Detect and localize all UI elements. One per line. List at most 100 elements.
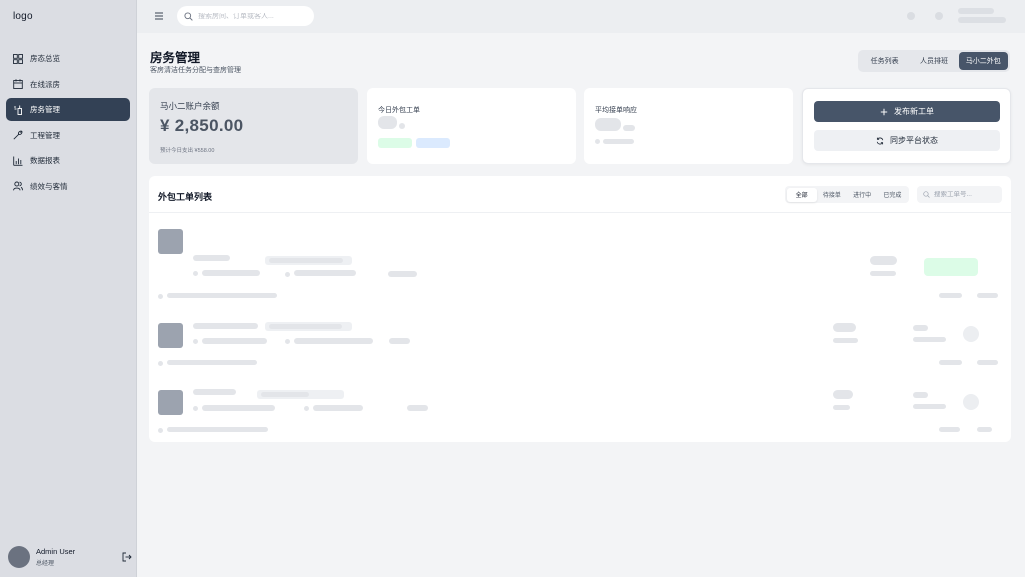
- sidebar-item-label: 在线派房: [30, 79, 60, 89]
- loading-placeholder: [285, 272, 290, 277]
- sidebar-item-label: 工程管理: [30, 130, 60, 140]
- logo[interactable]: logo: [13, 11, 33, 22]
- actions-card: 发布新工单 同步平台状态: [802, 88, 1011, 164]
- global-search[interactable]: [177, 6, 314, 26]
- balance-card: 马小二账户余额 ¥ 2,850.00 预计今日支出 ¥558.00: [149, 88, 358, 164]
- sidebar-item-overview[interactable]: 房态总览: [6, 47, 130, 70]
- notification-placeholder[interactable]: [907, 12, 915, 20]
- filter-pending[interactable]: 待接单: [817, 188, 847, 202]
- loading-placeholder: [193, 323, 258, 329]
- status-badge-placeholder: [924, 258, 978, 276]
- loading-placeholder: [202, 270, 260, 276]
- page-subtitle: 客房清洁任务分配与查房管理: [150, 67, 241, 74]
- avatar: [8, 546, 30, 568]
- tab-outsourcing[interactable]: 马小二外包: [958, 52, 1008, 70]
- order-search[interactable]: [917, 186, 1002, 203]
- logout-icon[interactable]: [122, 552, 132, 562]
- status-filter: 全部 待接单 进行中 已完成: [785, 186, 909, 203]
- sidebar-item-reports[interactable]: 数据报表: [6, 149, 130, 172]
- loading-placeholder: [269, 324, 342, 329]
- publish-order-button[interactable]: 发布新工单: [814, 101, 1000, 122]
- settings-placeholder[interactable]: [935, 12, 943, 20]
- loading-placeholder: [294, 338, 373, 344]
- loading-placeholder: [193, 389, 236, 395]
- loading-placeholder: [399, 123, 405, 129]
- loading-placeholder: [193, 271, 198, 276]
- status-badge-placeholder: [378, 138, 412, 148]
- menu-icon[interactable]: [154, 11, 164, 21]
- loading-placeholder: [603, 139, 634, 144]
- sync-status-label: 同步平台状态: [890, 136, 938, 145]
- edit-action-placeholder[interactable]: [963, 394, 979, 410]
- avg-response-card: 平均接单响应: [584, 88, 793, 164]
- loading-placeholder: [388, 271, 417, 277]
- loading-placeholder: [389, 338, 410, 344]
- avg-response-label: 平均接单响应: [595, 107, 637, 114]
- users-icon: [13, 182, 23, 191]
- loading-placeholder: [939, 427, 960, 432]
- loading-placeholder: [158, 428, 163, 433]
- loading-placeholder: [833, 405, 850, 410]
- loading-placeholder: [202, 338, 267, 344]
- loading-placeholder: [269, 258, 343, 263]
- loading-placeholder: [833, 323, 856, 332]
- loading-placeholder: [913, 404, 946, 409]
- filter-all[interactable]: 全部: [786, 187, 817, 202]
- filter-in-progress[interactable]: 进行中: [847, 188, 877, 202]
- filter-completed[interactable]: 已完成: [877, 188, 907, 202]
- dashboard-icon: [13, 53, 23, 64]
- loading-placeholder: [595, 118, 621, 131]
- search-icon: [184, 11, 193, 21]
- sidebar-item-dispatch[interactable]: 在线派房: [6, 73, 130, 96]
- loading-placeholder: [833, 390, 853, 399]
- loading-placeholder: [202, 405, 275, 411]
- edit-action-placeholder[interactable]: [963, 326, 979, 342]
- sidebar-item-performance[interactable]: 绩效与客情: [6, 175, 130, 198]
- loading-placeholder: [958, 17, 1006, 23]
- search-input[interactable]: [198, 12, 308, 20]
- balance-label: 马小二账户余额: [160, 101, 220, 111]
- search-icon: [923, 191, 930, 198]
- balance-value: ¥ 2,850.00: [160, 116, 244, 135]
- loading-placeholder: [833, 338, 858, 343]
- thumbnail-placeholder: [158, 229, 183, 254]
- loading-placeholder: [870, 271, 896, 276]
- sync-status-button[interactable]: 同步平台状态: [814, 130, 1000, 151]
- loading-placeholder: [285, 339, 290, 344]
- loading-placeholder: [623, 125, 635, 131]
- refresh-icon: [876, 137, 884, 144]
- loading-placeholder: [193, 406, 198, 411]
- housekeeping-icon: [14, 105, 22, 115]
- tab-staff-schedule[interactable]: 人员排班: [909, 52, 958, 70]
- list-item[interactable]: [149, 220, 1011, 299]
- list-item[interactable]: [149, 354, 1011, 433]
- loading-placeholder: [407, 405, 428, 411]
- loading-placeholder: [313, 405, 363, 411]
- loading-placeholder: [595, 139, 600, 144]
- loading-placeholder: [913, 337, 946, 342]
- order-list-title: 外包工单列表: [158, 192, 213, 202]
- calendar-icon: [13, 79, 23, 90]
- loading-placeholder: [304, 406, 309, 411]
- publish-order-label: 发布新工单: [894, 107, 934, 116]
- sidebar-item-engineering[interactable]: 工程管理: [6, 124, 130, 147]
- thumbnail-placeholder: [158, 390, 183, 415]
- tab-task-list[interactable]: 任务列表: [860, 52, 909, 70]
- order-search-input[interactable]: [934, 191, 1002, 198]
- status-badge-placeholder: [416, 138, 450, 148]
- user-profile[interactable]: Admin User 总经理: [8, 546, 132, 568]
- user-role: 总经理: [36, 561, 55, 567]
- loading-placeholder: [913, 392, 928, 398]
- sidebar-item-housekeeping[interactable]: 房务管理: [6, 98, 130, 122]
- today-orders-card: 今日外包工单: [367, 88, 576, 164]
- loading-placeholder: [913, 325, 928, 331]
- list-item[interactable]: [149, 287, 1011, 366]
- sidebar-item-label: 数据报表: [30, 156, 60, 166]
- loading-placeholder: [193, 255, 230, 261]
- main-content: 房务管理 客房清洁任务分配与查房管理 任务列表 人员排班 马小二外包 马小二账户…: [137, 33, 1025, 577]
- loading-placeholder: [958, 8, 994, 14]
- loading-placeholder: [977, 427, 992, 432]
- loading-placeholder: [378, 116, 397, 129]
- plus-icon: [880, 108, 888, 115]
- sidebar-item-label: 房务管理: [30, 105, 60, 115]
